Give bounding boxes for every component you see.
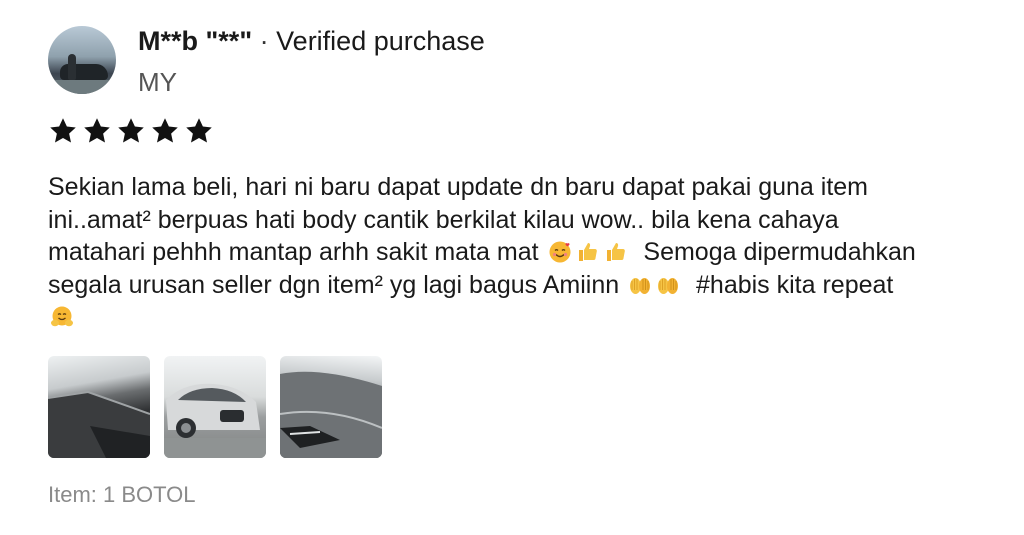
car-front-photo [164,383,266,458]
review-line-with-emojis: segala urusan seller dgn item² yg lagi b… [48,269,988,302]
review-photo[interactable] [280,356,382,458]
thumbs-up-icon [578,243,597,261]
avatar-ground [48,80,116,94]
review-photo[interactable] [164,356,266,458]
car-roof-photo [48,390,150,458]
hugging-face-icon [51,306,73,327]
review-line-with-emojis: matahari pehhh mantap arhh sakit mata ma… [48,236,988,269]
star-rating [48,116,214,146]
review-line-emoji-only [48,301,988,334]
review-line-text: matahari pehhh mantap arhh sakit mata ma… [48,238,539,266]
reviewer-name: M**b "**" [138,26,253,56]
avatar[interactable] [48,26,116,94]
car-hood-photo [280,371,382,458]
review-photos [48,356,382,458]
separator-dot: · [259,26,269,56]
verified-purchase-label: Verified purchase [276,26,485,56]
open-hands-icon [658,277,679,294]
star-icon [48,116,78,146]
review-text: Sekian lama beli, hari ni baru dapat upd… [48,171,988,334]
review-line-text: Semoga dipermudahkan [643,238,916,266]
open-hands-icon [630,277,651,294]
item-variation: Item: 1 BOTOL [48,482,196,507]
reviewer-line: M**b "**" · Verified purchase [138,26,485,57]
reviewer-country: MY [138,67,177,97]
thumbs-up-icon [606,243,625,261]
review-line-text: segala urusan seller dgn item² yg lagi b… [48,270,620,299]
review-card: M**b "**" · Verified purchase MY Sekian … [0,0,1024,535]
avatar-person [68,54,76,80]
review-photo[interactable] [48,356,150,458]
star-icon [150,116,180,146]
review-line: ini..amat² berpuas hati body cantik berk… [48,205,839,234]
star-icon [184,116,214,146]
star-icon [82,116,112,146]
review-line: Sekian lama beli, hari ni baru dapat upd… [48,173,869,201]
review-line-text: #habis kita repeat [696,270,894,299]
smiling-face-with-hearts-icon [549,241,570,263]
star-icon [116,116,146,146]
